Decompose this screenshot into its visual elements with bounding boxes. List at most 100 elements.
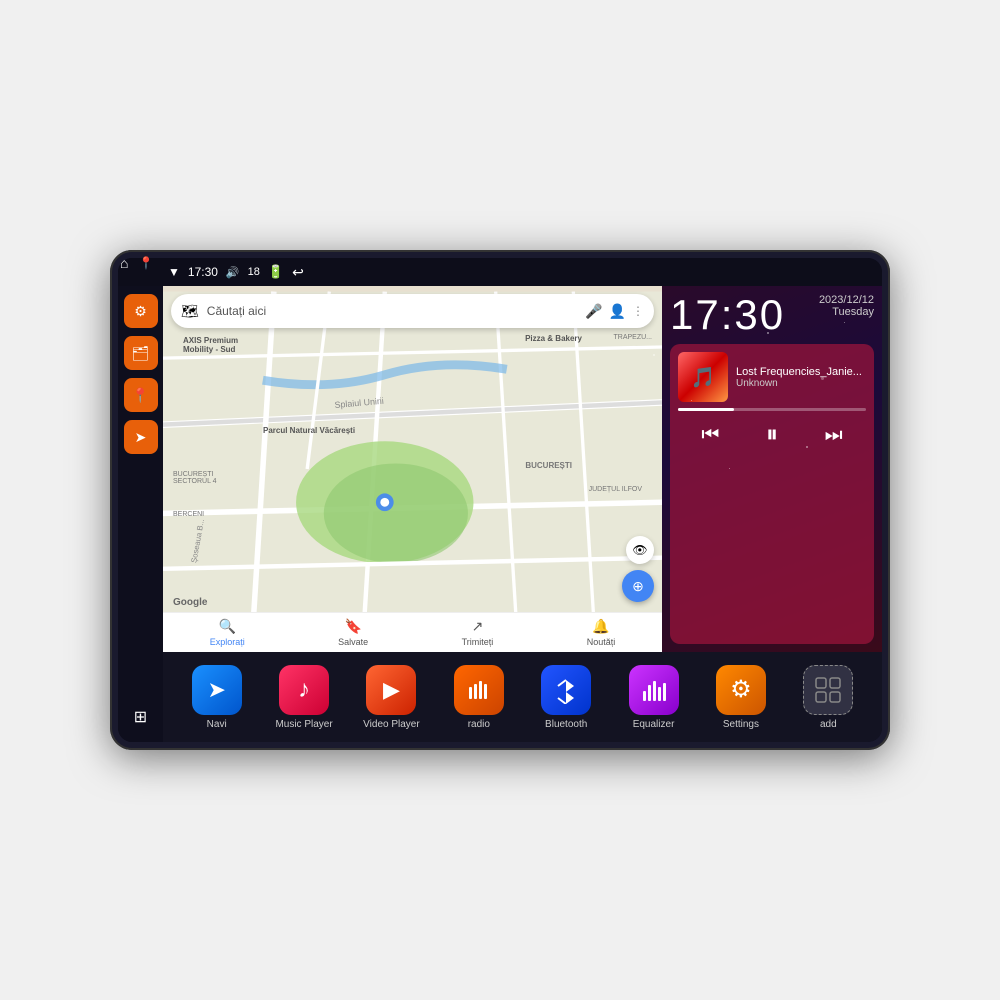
time-display: 17:30 — [670, 294, 785, 336]
map-label-berceni: BERCENI — [173, 511, 204, 518]
add-app-icon — [803, 665, 853, 715]
back-icon[interactable]: ↩ — [292, 264, 304, 281]
app-item-music-player[interactable]: ♪ Music Player — [274, 665, 334, 730]
map-label-judet: JUDEȚUL ILFOV — [589, 486, 642, 493]
date-section: 2023/12/12 Tuesday — [819, 294, 874, 318]
compass-icon: 👁 — [632, 543, 647, 557]
time-hours: 17 — [670, 291, 721, 338]
map-search-bar[interactable]: 🗺 Căutați aici 🎤 👤 ⋮ — [171, 294, 654, 328]
music-title: Lost Frequencies_Janie... — [736, 366, 866, 378]
navi-icon: ➤ — [207, 677, 225, 703]
map-tab-news[interactable]: 🔔 Noutăți — [587, 618, 616, 647]
files-icon: 🗂 — [132, 345, 150, 362]
navi-app-icon: ➤ — [192, 665, 242, 715]
map-label-bucuresti: BUCUREȘTI — [525, 461, 572, 470]
bluetooth-icon — [554, 676, 578, 704]
volume-icon: 🔊 — [226, 266, 240, 279]
map-pin-icon: 📍 — [132, 387, 149, 404]
share-icon: ↗ — [472, 618, 484, 635]
map-search-right: 🎤 👤 ⋮ — [585, 303, 644, 320]
music-info: Lost Frequencies_Janie... Unknown — [736, 366, 866, 389]
time-section: 17:30 2023/12/12 Tuesday — [670, 294, 874, 336]
radio-app-icon — [454, 665, 504, 715]
map-container[interactable]: Splaiul Unirii Șoseaua B... 🗺 Căutați ai… — [163, 286, 662, 652]
bluetooth-app-icon — [541, 665, 591, 715]
music-progress-fill — [678, 408, 734, 411]
sidebar-grid-button[interactable]: ⊞ — [124, 700, 158, 734]
map-tab-saved-label: Salvate — [338, 637, 368, 647]
app-item-bluetooth[interactable]: Bluetooth — [536, 665, 596, 730]
music-note-icon: ♪ — [298, 676, 310, 704]
settings-app-label: Settings — [723, 719, 759, 730]
next-button[interactable]: ⏭ — [821, 420, 847, 451]
equalizer-app-label: Equalizer — [633, 719, 675, 730]
music-player-app-icon: ♪ — [279, 665, 329, 715]
play-pause-button[interactable]: ⏸ — [762, 417, 782, 453]
time-status: 17:30 — [188, 265, 218, 279]
map-location-button[interactable]: ⊕ — [622, 570, 654, 602]
saved-icon: 🔖 — [344, 618, 361, 635]
app-item-add[interactable]: add — [798, 665, 858, 730]
date-year: 2023/12/12 — [819, 294, 874, 306]
center-area: Splaiul Unirii Șoseaua B... 🗺 Căutați ai… — [163, 286, 882, 742]
map-label-trapezului: TRAPEZU... — [613, 334, 652, 341]
app-item-radio[interactable]: radio — [449, 665, 509, 730]
app-item-video-player[interactable]: ▶ Video Player — [361, 665, 421, 730]
time-minutes: 30 — [734, 291, 785, 338]
music-artist: Unknown — [736, 378, 866, 389]
map-tab-explore-label: Explorați — [210, 637, 245, 647]
maps-status-icon[interactable]: 📍 — [138, 258, 153, 270]
video-player-app-icon: ▶ — [366, 665, 416, 715]
status-right-area: ▼ 17:30 🔊 18 🔋 ↩ — [168, 264, 304, 281]
prev-button[interactable]: ⏮ — [697, 420, 723, 451]
left-sidebar: ⚙ 🗂 📍 ➤ ⊞ — [118, 286, 163, 742]
map-tab-explore[interactable]: 🔍 Explorați — [210, 618, 245, 647]
app-item-navi[interactable]: ➤ Navi — [187, 665, 247, 730]
gear-icon: ⚙ — [730, 675, 752, 704]
radio-waves-icon — [466, 677, 492, 703]
settings-icon: ⚙ — [134, 303, 147, 320]
grid-icon: ⊞ — [134, 707, 147, 727]
explore-icon: 🔍 — [219, 618, 236, 635]
app-item-settings[interactable]: ⚙ Settings — [711, 665, 771, 730]
add-grid-icon — [814, 676, 842, 704]
microphone-icon[interactable]: 🎤 — [585, 303, 602, 320]
equalizer-app-icon — [629, 665, 679, 715]
battery-icon: 🔋 — [268, 264, 284, 280]
music-controls: ⏮ ⏸ ⏭ — [678, 417, 866, 453]
sidebar-item-files[interactable]: 🗂 — [124, 336, 158, 370]
app-item-equalizer[interactable]: Equalizer — [624, 665, 684, 730]
google-watermark: Google — [173, 597, 207, 608]
map-tab-saved[interactable]: 🔖 Salvate — [338, 618, 368, 647]
device-frame: ⌂ 📍 ▼ 17:30 🔊 18 🔋 ↩ — [110, 250, 890, 750]
bluetooth-app-label: Bluetooth — [545, 719, 587, 730]
sidebar-item-settings[interactable]: ⚙ — [124, 294, 158, 328]
sidebar-item-navi[interactable]: ➤ — [124, 420, 158, 454]
menu-icon[interactable]: ⋮ — [632, 304, 644, 318]
album-art: 🎵 — [678, 352, 728, 402]
map-tab-share[interactable]: ↗ Trimiteți — [462, 618, 494, 647]
map-bottom-bar: 🔍 Explorați 🔖 Salvate ↗ Trimiteți — [163, 612, 662, 652]
location-icon: ⊕ — [632, 578, 644, 595]
sidebar-item-maps[interactable]: 📍 — [124, 378, 158, 412]
home-icon[interactable]: ⌂ — [120, 258, 128, 271]
map-compass-button[interactable]: 👁 — [626, 536, 654, 564]
battery-level: 18 — [248, 266, 260, 278]
map-label-axis: AXIS PremiumMobility - Sud — [183, 336, 238, 354]
map-search-placeholder[interactable]: Căutați aici — [207, 304, 577, 318]
device-screen: ⌂ 📍 ▼ 17:30 🔊 18 🔋 ↩ — [118, 258, 882, 742]
video-player-app-label: Video Player — [363, 719, 420, 730]
time-colon: : — [721, 291, 735, 338]
music-progress-track[interactable] — [678, 408, 866, 411]
play-icon: ▶ — [383, 677, 400, 703]
music-album-area: 🎵 Lost Frequencies_Janie... Unknown — [678, 352, 866, 402]
music-player-widget: 🎵 Lost Frequencies_Janie... Unknown — [670, 344, 874, 644]
equalizer-bars-icon — [641, 677, 667, 703]
map-label-sectorul4: BUCUREȘTISECTORUL 4 — [173, 471, 217, 485]
navi-app-label: Navi — [207, 719, 227, 730]
navi-icon: ➤ — [135, 429, 147, 446]
news-icon: 🔔 — [592, 618, 609, 635]
wifi-icon: ▼ — [168, 265, 180, 279]
map-label-pizza: Pizza & Bakery — [525, 334, 582, 343]
account-icon[interactable]: 👤 — [609, 303, 626, 320]
